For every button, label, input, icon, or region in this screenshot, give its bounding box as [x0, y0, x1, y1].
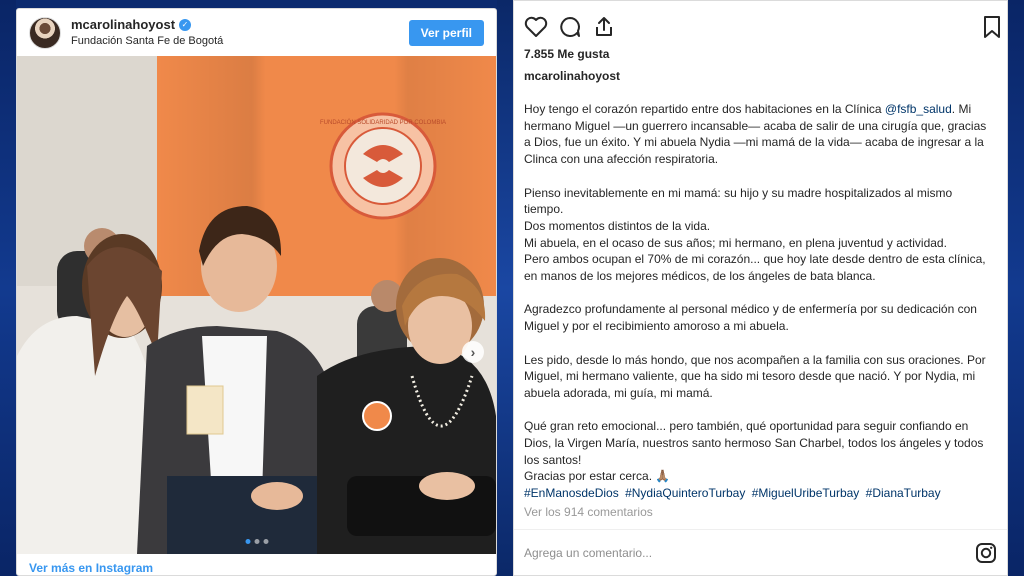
post-location[interactable]: Fundación Santa Fe de Bogotá — [71, 34, 223, 48]
caption-paragraph: Gracias por estar cerca. 🙏🏽 — [524, 469, 671, 484]
caption-paragraph: Pienso inevitablemente en mi mamá: su hi… — [524, 185, 953, 217]
carousel-next-button[interactable]: › — [462, 341, 484, 363]
post-header: mcarolinahoyost ✓ Fundación Santa Fe de … — [17, 9, 496, 56]
hashtags: #EnManosdeDios #NydiaQuinteroTurbay #Mig… — [524, 485, 994, 502]
background-divider — [497, 0, 513, 576]
user-meta: mcarolinahoyost ✓ Fundación Santa Fe de … — [71, 17, 223, 48]
background-left — [0, 0, 16, 576]
hashtag-link[interactable]: #MiguelUribeTurbay — [752, 486, 860, 500]
photo-illustration: FUNDACIÓN SOLIDARIDAD POR COLOMBIA — [17, 56, 496, 554]
banner-text: FUNDACIÓN SOLIDARIDAD POR COLOMBIA — [320, 119, 446, 126]
username-row: mcarolinahoyost ✓ — [71, 17, 223, 32]
username[interactable]: mcarolinahoyost — [71, 17, 175, 32]
post-photo[interactable]: FUNDACIÓN SOLIDARIDAD POR COLOMBIA › — [17, 56, 496, 554]
caption-paragraph: Qué gran reto emocional... pero también,… — [524, 419, 984, 467]
caption-paragraph: Pero ambos ocupan el 70% de mi corazón..… — [524, 252, 986, 284]
heart-icon[interactable] — [524, 16, 548, 38]
carousel-dot — [245, 539, 250, 544]
comment-bar — [514, 529, 1007, 575]
caption-username[interactable]: mcarolinahoyost — [524, 69, 620, 83]
caption-paragraph: Dos momentos distintos de la vida. — [524, 218, 711, 233]
carousel-dot — [254, 539, 259, 544]
likes-count[interactable]: 7.855 Me gusta — [524, 47, 609, 61]
caption-paragraph: Mi abuela, en el ocaso de sus años; mi h… — [524, 235, 947, 250]
comment-icon[interactable] — [558, 15, 582, 39]
person-left-jacket — [17, 316, 157, 554]
share-icon[interactable] — [592, 15, 616, 39]
view-profile-button[interactable]: Ver perfil — [408, 19, 484, 46]
comment-input[interactable] — [524, 545, 975, 560]
mention-link[interactable]: @fsfb_salud — [885, 102, 952, 116]
post-caption: Hoy tengo el corazón repartido entre dos… — [524, 101, 994, 502]
post-details-card: 7.855 Me gusta mcarolinahoyost Hoy tengo… — [513, 0, 1008, 576]
hashtag-link[interactable]: #DianaTurbay — [866, 486, 941, 500]
caption-paragraph: Agradezco profundamente al personal médi… — [524, 302, 977, 334]
view-more-link[interactable]: Ver más en Instagram — [29, 561, 153, 575]
caption-paragraph: Hoy tengo el corazón repartido entre dos… — [524, 101, 994, 168]
carousel-indicator — [245, 539, 268, 544]
hashtag-link[interactable]: #EnManosdeDios — [524, 486, 619, 500]
caption-text: Hoy tengo el corazón repartido entre dos… — [524, 102, 885, 116]
instagram-embed-card: mcarolinahoyost ✓ Fundación Santa Fe de … — [16, 8, 497, 576]
background-right — [1008, 0, 1024, 576]
caption-paragraph: Les pido, desde lo más hondo, que nos ac… — [524, 352, 986, 400]
avatar[interactable] — [29, 16, 61, 49]
action-bar — [524, 13, 1002, 41]
view-comments-link[interactable]: Ver los 914 comentarios — [524, 505, 653, 519]
verified-badge-icon: ✓ — [179, 18, 192, 31]
carousel-dot — [263, 539, 268, 544]
instagram-logo-icon[interactable] — [975, 542, 997, 564]
bookmark-icon[interactable] — [982, 15, 1002, 39]
hashtag-link[interactable]: #NydiaQuinteroTurbay — [625, 486, 745, 500]
